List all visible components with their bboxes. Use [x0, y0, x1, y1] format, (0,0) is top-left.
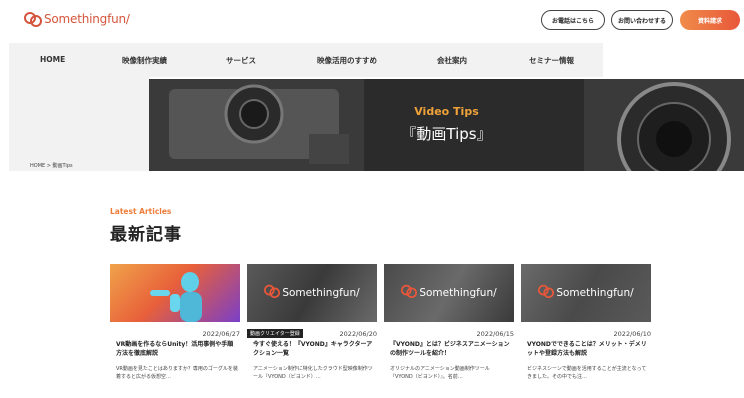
nav-item-home[interactable]: HOME	[40, 55, 65, 64]
thumbnail-brand-text: Somethingfun/	[419, 287, 497, 299]
article-excerpt: ビジネスシーンで動画を活用することが主流となってきました。その中でも注…	[527, 366, 647, 380]
article-excerpt: VR動画を見たことはありますか？専用のゴーグルを装着すると広がる仮想空…	[116, 366, 238, 380]
article-thumbnail[interactable]: Somethingfun/	[384, 264, 514, 322]
article-card[interactable]: 2022/06/27 VR動画を作るならUnity！活用事例や手順方法を徹底解説…	[110, 264, 240, 380]
nav-item-video-usage[interactable]: 映像活用のすすめ	[317, 55, 377, 66]
article-excerpt: オリジナルのアニメーション動画制作ツール『VYOND（ビヨンド）』。名前…	[390, 366, 490, 380]
article-date: 2022/06/20	[339, 330, 377, 338]
article-excerpt: アニメーション制作に特化したクラウド型映像制作ツール『VYOND（ビヨンド）…	[253, 366, 373, 380]
nav-item-works[interactable]: 映像制作実績	[122, 55, 167, 66]
article-date: 2022/06/27	[202, 330, 240, 338]
article-card[interactable]: Somethingfun/ 2022/06/15 『VYOND』とは？ビジネスア…	[384, 264, 514, 380]
section-eyebrow: Latest Articles	[110, 207, 172, 216]
article-thumbnail[interactable]: Somethingfun/	[521, 264, 651, 322]
contact-button[interactable]: お問い合わせする	[611, 10, 673, 30]
hero-title: 『動画Tips』	[401, 125, 492, 143]
vr-figure-image	[150, 272, 202, 322]
article-title[interactable]: VYONDでできることは？メリット・デメリットや登録方法も解説	[527, 340, 649, 358]
site-logo[interactable]: Somethingfun/	[24, 10, 130, 28]
thumbnail-brand-text: Somethingfun/	[556, 287, 634, 299]
article-card[interactable]: Somethingfun/ 2022/06/10 VYONDでできることは？メリ…	[521, 264, 651, 380]
hero-side-panel	[9, 77, 149, 171]
hero-eyebrow: Video Tips	[414, 105, 479, 118]
nav-item-company[interactable]: 会社案内	[437, 55, 467, 66]
article-thumbnail[interactable]: Somethingfun/	[247, 264, 377, 322]
phone-button[interactable]: お電話はこちら	[541, 10, 605, 30]
nav-item-seminar[interactable]: セミナー情報	[529, 55, 574, 66]
thumbnail-brand: Somethingfun/	[521, 264, 651, 322]
article-thumbnail[interactable]	[110, 264, 240, 322]
article-date: 2022/06/15	[476, 330, 514, 338]
dual-circle-logo-icon	[538, 283, 555, 303]
main-nav: HOME 映像制作実績 サービス 映像活用のすすめ 会社案内 セミナー情報	[9, 43, 603, 77]
logo-text: Somethingfun/	[44, 12, 130, 26]
dual-circle-logo-icon	[24, 10, 42, 28]
dual-circle-logo-icon	[401, 283, 418, 303]
section-title: 最新記事	[110, 225, 182, 245]
category-badge[interactable]: 動画クリエイター登録	[247, 329, 303, 338]
breadcrumb[interactable]: HOME > 動画Tips	[30, 162, 73, 169]
site-header: Somethingfun/ お電話はこちら お問い合わせする 資料請求	[0, 0, 744, 42]
thumbnail-brand-text: Somethingfun/	[282, 287, 360, 299]
dual-circle-logo-icon	[264, 283, 281, 303]
request-materials-button[interactable]: 資料請求	[680, 10, 740, 30]
thumbnail-brand: Somethingfun/	[384, 264, 514, 322]
article-title[interactable]: VR動画を作るならUnity！活用事例や手順方法を徹底解説	[116, 340, 238, 358]
article-title[interactable]: 『VYOND』とは？ビジネスアニメーションの制作ツールを紹介！	[390, 340, 512, 358]
article-date: 2022/06/10	[613, 330, 651, 338]
article-card[interactable]: Somethingfun/ 動画クリエイター登録 2022/06/20 今すぐ使…	[247, 264, 377, 380]
hero-banner: Video Tips 『動画Tips』	[149, 79, 744, 171]
nav-item-services[interactable]: サービス	[226, 55, 256, 66]
article-title[interactable]: 今すぐ使える！『VYOND』キャラクターアクション一覧	[253, 340, 375, 358]
thumbnail-brand: Somethingfun/	[247, 264, 377, 322]
